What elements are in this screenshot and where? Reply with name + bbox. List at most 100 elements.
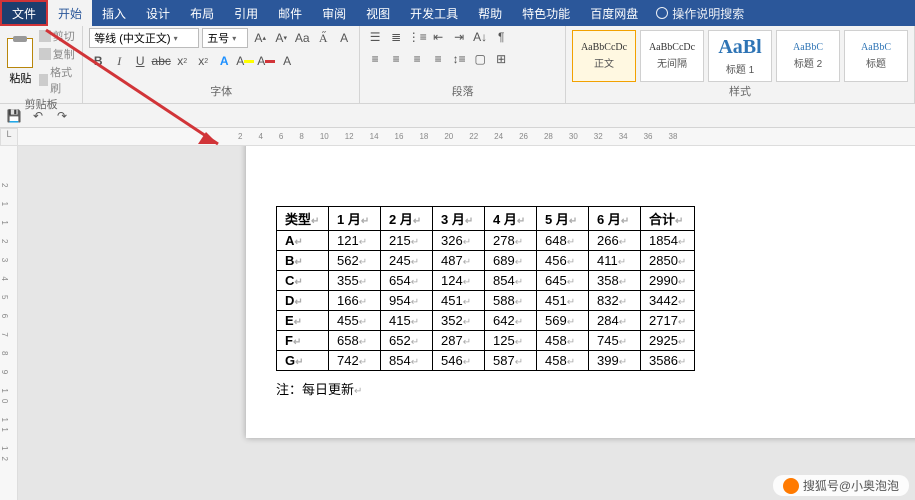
- style-正文[interactable]: AaBbCcDc正文: [572, 30, 636, 82]
- paste-button[interactable]: 粘贴: [6, 38, 35, 86]
- table-cell[interactable]: B↵: [277, 251, 329, 271]
- show-marks-button[interactable]: ¶: [492, 28, 510, 46]
- phonetic-guide-button[interactable]: A̋: [314, 29, 332, 47]
- tab-view[interactable]: 视图: [356, 0, 400, 26]
- superscript-button[interactable]: x2: [194, 52, 212, 70]
- decrease-indent-button[interactable]: ⇤: [429, 28, 447, 46]
- table-cell[interactable]: 742↵: [329, 351, 381, 371]
- tab-mail[interactable]: 邮件: [268, 0, 312, 26]
- table-cell[interactable]: 121↵: [329, 231, 381, 251]
- strikethrough-button[interactable]: abc: [152, 52, 170, 70]
- table-cell[interactable]: 587↵: [485, 351, 537, 371]
- table-cell[interactable]: 658↵: [329, 331, 381, 351]
- tab-help[interactable]: 帮助: [468, 0, 512, 26]
- table-cell[interactable]: 2850↵: [641, 251, 695, 271]
- font-size-combo[interactable]: 五号▾: [202, 28, 248, 48]
- table-cell[interactable]: 411↵: [589, 251, 641, 271]
- table-cell[interactable]: 458↵: [537, 351, 589, 371]
- table-cell[interactable]: 352↵: [433, 311, 485, 331]
- align-center-button[interactable]: ≡: [387, 50, 405, 68]
- table-cell[interactable]: 487↵: [433, 251, 485, 271]
- table-cell[interactable]: 654↵: [381, 271, 433, 291]
- tell-me-search[interactable]: 操作说明搜索: [656, 0, 744, 26]
- multilevel-button[interactable]: ⋮≡: [408, 28, 426, 46]
- table-cell[interactable]: 2990↵: [641, 271, 695, 291]
- justify-button[interactable]: ≡: [429, 50, 447, 68]
- table-cell[interactable]: A↵: [277, 231, 329, 251]
- redo-button[interactable]: ↷: [54, 108, 70, 124]
- table-cell[interactable]: 3442↵: [641, 291, 695, 311]
- bold-button[interactable]: B: [89, 52, 107, 70]
- table-cell[interactable]: 125↵: [485, 331, 537, 351]
- table-cell[interactable]: 954↵: [381, 291, 433, 311]
- tab-layout[interactable]: 布局: [180, 0, 224, 26]
- align-right-button[interactable]: ≡: [408, 50, 426, 68]
- table-cell[interactable]: 1854↵: [641, 231, 695, 251]
- table-cell[interactable]: 451↵: [537, 291, 589, 311]
- table-cell[interactable]: 642↵: [485, 311, 537, 331]
- tab-file[interactable]: 文件: [0, 0, 48, 26]
- table-cell[interactable]: 689↵: [485, 251, 537, 271]
- table-cell[interactable]: E↵: [277, 311, 329, 331]
- change-case-button[interactable]: Aa: [293, 29, 311, 47]
- table-cell[interactable]: G↵: [277, 351, 329, 371]
- tab-home[interactable]: 开始: [48, 0, 92, 26]
- table-cell[interactable]: 648↵: [537, 231, 589, 251]
- undo-button[interactable]: ↶: [30, 108, 46, 124]
- table-cell[interactable]: 284↵: [589, 311, 641, 331]
- table-cell[interactable]: 562↵: [329, 251, 381, 271]
- tab-references[interactable]: 引用: [224, 0, 268, 26]
- table-cell[interactable]: 645↵: [537, 271, 589, 291]
- table-cell[interactable]: 652↵: [381, 331, 433, 351]
- increase-indent-button[interactable]: ⇥: [450, 28, 468, 46]
- table-cell[interactable]: 451↵: [433, 291, 485, 311]
- subscript-button[interactable]: x2: [173, 52, 191, 70]
- highlight-button[interactable]: A: [236, 52, 254, 70]
- table-row[interactable]: F↵658↵652↵287↵125↵458↵745↵2925↵: [277, 331, 695, 351]
- table-cell[interactable]: 245↵: [381, 251, 433, 271]
- table-cell[interactable]: 124↵: [433, 271, 485, 291]
- style-标题 2[interactable]: AaBbC标题 2: [776, 30, 840, 82]
- data-table[interactable]: 类型↵1 月↵2 月↵3 月↵4 月↵5 月↵6 月↵合计↵A↵121↵215↵…: [276, 206, 695, 371]
- table-cell[interactable]: 546↵: [433, 351, 485, 371]
- table-row[interactable]: D↵166↵954↵451↵588↵451↵832↵3442↵: [277, 291, 695, 311]
- table-cell[interactable]: 326↵: [433, 231, 485, 251]
- table-row[interactable]: C↵355↵654↵124↵854↵645↵358↵2990↵: [277, 271, 695, 291]
- table-cell[interactable]: 588↵: [485, 291, 537, 311]
- sort-button[interactable]: A↓: [471, 28, 489, 46]
- save-button[interactable]: 💾: [6, 108, 22, 124]
- bullets-button[interactable]: ☰: [366, 28, 384, 46]
- style-标题[interactable]: AaBbC标题: [844, 30, 908, 82]
- char-border-button[interactable]: A: [278, 52, 296, 70]
- table-cell[interactable]: 2717↵: [641, 311, 695, 331]
- table-cell[interactable]: 456↵: [537, 251, 589, 271]
- table-cell[interactable]: 455↵: [329, 311, 381, 331]
- table-row[interactable]: A↵121↵215↵326↵278↵648↵266↵1854↵: [277, 231, 695, 251]
- numbering-button[interactable]: ≣: [387, 28, 405, 46]
- page-area[interactable]: 类型↵1 月↵2 月↵3 月↵4 月↵5 月↵6 月↵合计↵A↵121↵215↵…: [18, 146, 915, 500]
- shading-button[interactable]: ▢: [471, 50, 489, 68]
- table-cell[interactable]: 458↵: [537, 331, 589, 351]
- tab-design[interactable]: 设计: [136, 0, 180, 26]
- table-cell[interactable]: 399↵: [589, 351, 641, 371]
- table-cell[interactable]: 266↵: [589, 231, 641, 251]
- table-cell[interactable]: C↵: [277, 271, 329, 291]
- format-painter-button[interactable]: 格式刷: [39, 64, 76, 96]
- style-标题 1[interactable]: AaBl标题 1: [708, 30, 772, 82]
- table-cell[interactable]: F↵: [277, 331, 329, 351]
- tab-dev[interactable]: 开发工具: [400, 0, 468, 26]
- borders-button[interactable]: ⊞: [492, 50, 510, 68]
- horizontal-ruler[interactable]: 2468101214161820222426283032343638: [18, 128, 915, 146]
- table-cell[interactable]: 854↵: [381, 351, 433, 371]
- cut-button[interactable]: 剪切: [39, 28, 76, 44]
- underline-button[interactable]: U: [131, 52, 149, 70]
- table-cell[interactable]: 215↵: [381, 231, 433, 251]
- table-row[interactable]: G↵742↵854↵546↵587↵458↵399↵3586↵: [277, 351, 695, 371]
- tab-insert[interactable]: 插入: [92, 0, 136, 26]
- font-family-combo[interactable]: 等线 (中文正文)▾: [89, 28, 199, 48]
- table-cell[interactable]: 355↵: [329, 271, 381, 291]
- shrink-font-button[interactable]: A▾: [272, 29, 290, 47]
- table-cell[interactable]: 832↵: [589, 291, 641, 311]
- table-cell[interactable]: 3586↵: [641, 351, 695, 371]
- table-cell[interactable]: 415↵: [381, 311, 433, 331]
